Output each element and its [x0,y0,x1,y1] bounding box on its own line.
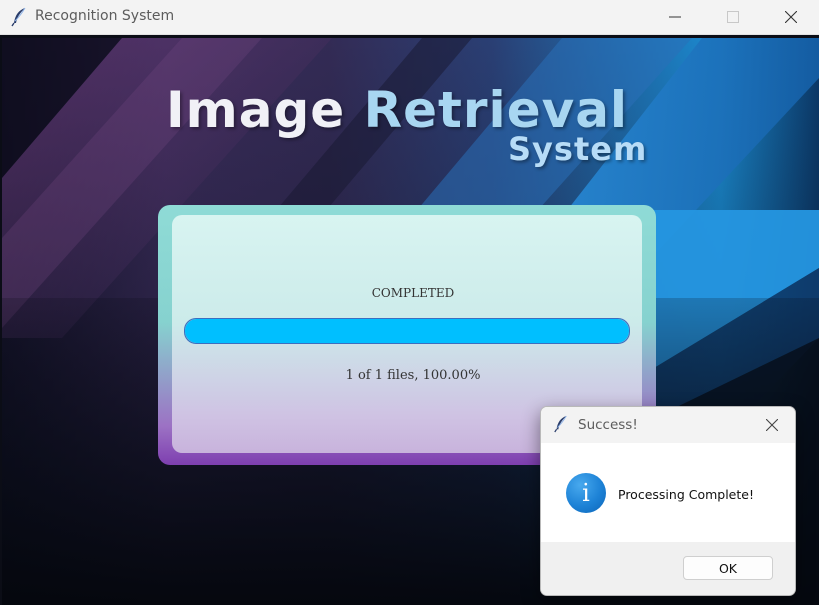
feather-icon [553,415,569,433]
feather-icon [10,7,28,27]
minimize-icon [669,16,681,18]
headline-word-1: Image [166,81,346,139]
dialog-footer: OK [541,542,795,595]
progress-bar-fill [185,319,629,343]
window-title: Recognition System [35,8,175,24]
close-icon [766,419,778,431]
dialog-body: i Processing Complete! [541,443,795,542]
dialog-message: Processing Complete! [618,487,754,502]
dialog-title: Success! [578,417,638,433]
info-icon: i [566,473,606,513]
dialog-titlebar: Success! [541,407,795,443]
app-subheadline: System [508,130,648,168]
ok-button[interactable]: OK [683,556,773,580]
close-icon [785,11,797,23]
status-label: COMPLETED [371,286,455,300]
progress-bar [184,318,630,344]
close-button[interactable] [762,0,819,34]
dialog-close-button[interactable] [761,416,783,434]
maximize-button[interactable] [704,0,762,34]
window-titlebar: Recognition System [0,0,819,35]
success-dialog: Success! i Processing Complete! OK [540,406,796,596]
maximize-icon [727,11,739,23]
files-progress-text: 1 of 1 files, 100.00% [345,368,481,383]
minimize-button[interactable] [646,0,704,34]
